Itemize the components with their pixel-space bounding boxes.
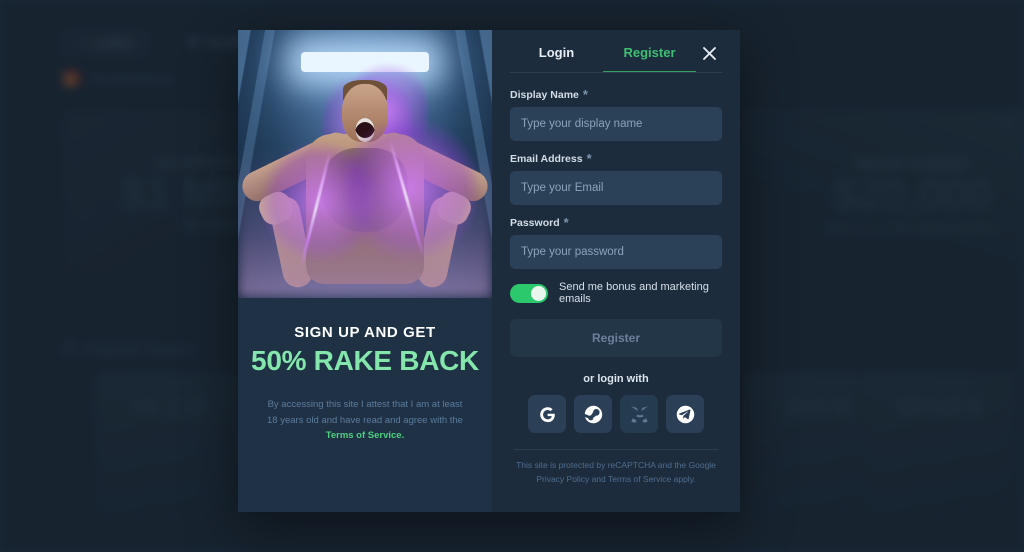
auth-modal: SIGN UP AND GET 50% RAKE BACK By accessi… [238,30,740,512]
marketing-emails-toggle[interactable] [510,283,548,303]
steam-icon[interactable] [574,395,612,433]
field-display-name-label: Display Name * [510,87,588,102]
purple-mist [238,148,492,298]
metamask-icon[interactable] [620,395,658,433]
recaptcha-divider [514,449,718,450]
promo-offer: 50% RAKE BACK [251,345,479,376]
field-password-label: Password * [510,215,569,230]
field-display-name: Display Name * [510,87,722,141]
password-input[interactable] [510,235,722,269]
field-password-label-text: Password [510,217,560,229]
field-email-label: Email Address * [510,151,592,166]
field-password: Password * [510,215,722,269]
recaptcha-notice: This site is protected by reCAPTCHA and … [516,460,716,484]
email-input[interactable] [510,171,722,205]
marketing-emails-label: Send me bonus and marketing emails [559,281,709,305]
promo-disclaimer-text: By accessing this site I attest that I a… [267,399,463,426]
field-email: Email Address * [510,151,722,205]
tab-register[interactable]: Register [603,45,696,73]
promo-disclaimer: By accessing this site I attest that I a… [265,397,465,444]
auth-form-panel: Login Register Display Name * Email Addr… [492,30,740,512]
or-login-with-label: or login with [583,373,649,385]
fighter-hero-image [238,30,492,298]
field-email-label-text: Email Address [510,153,583,165]
terms-of-service-link[interactable]: Terms of Service. [326,430,405,441]
register-submit-button[interactable]: Register [510,319,722,357]
social-login-row [510,395,722,433]
close-icon[interactable] [696,41,722,67]
field-display-name-label-text: Display Name [510,89,579,101]
display-name-input[interactable] [510,107,722,141]
marketing-emails-row: Send me bonus and marketing emails [510,281,722,305]
promo-headline: SIGN UP AND GET [294,324,436,341]
promo-panel: SIGN UP AND GET 50% RAKE BACK By accessi… [238,30,492,512]
tab-login[interactable]: Login [510,45,603,73]
promo-copy: SIGN UP AND GET 50% RAKE BACK By accessi… [238,298,492,512]
google-icon[interactable] [528,395,566,433]
register-fields: Display Name * Email Address * Password … [510,73,722,486]
telegram-icon[interactable] [666,395,704,433]
auth-tabs: Login Register [510,30,722,74]
